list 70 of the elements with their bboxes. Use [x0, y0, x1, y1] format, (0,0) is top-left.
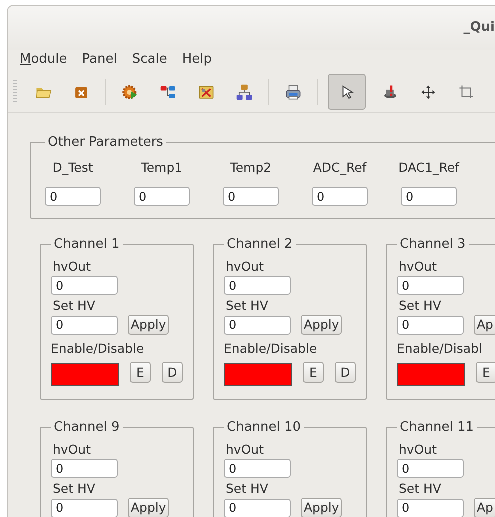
group-title: Channel 3 — [399, 237, 467, 252]
field-label: Enable/Disable — [224, 341, 318, 356]
gear-icon — [122, 84, 138, 100]
tools-folder-icon — [198, 84, 214, 100]
apply-button[interactable]: Ap — [474, 315, 495, 335]
input-field[interactable]: 0 — [51, 276, 118, 295]
printer-icon — [284, 84, 302, 100]
tree-diagram-icon — [160, 84, 176, 100]
input-field[interactable]: 0 — [312, 187, 368, 206]
field-label: hvOut — [399, 442, 437, 457]
input-field[interactable]: 0 — [51, 459, 118, 478]
input-field[interactable]: 0 — [224, 498, 291, 517]
group-title: Channel 2 — [226, 237, 294, 252]
move-icon — [420, 84, 436, 100]
field-label: DAC1_Ref — [398, 160, 460, 175]
field-label: Temp1 — [141, 160, 183, 175]
field-label: Enable/Disabl — [397, 341, 482, 356]
field-label: hvOut — [399, 259, 437, 274]
input-field[interactable]: 0 — [51, 498, 118, 517]
input-field[interactable]: 0 — [224, 316, 291, 334]
crop-icon — [458, 84, 474, 100]
field-label: Temp2 — [230, 160, 272, 175]
input-field[interactable]: 0 — [224, 459, 291, 478]
field-label: Set HV — [53, 481, 96, 496]
menu-item[interactable]: Panel — [82, 52, 118, 72]
field-label: Set HV — [226, 481, 268, 496]
input-field[interactable]: 0 — [223, 187, 279, 206]
input-field[interactable]: 0 — [397, 459, 464, 478]
group-title: Other Parameters — [47, 135, 164, 150]
field-label: hvOut — [53, 259, 91, 274]
toolbar-grip[interactable] — [13, 80, 17, 104]
field-label: hvOut — [53, 442, 91, 457]
field-label: hvOut — [226, 442, 264, 457]
group-title: Channel 10 — [226, 420, 302, 435]
field-label: Set HV — [53, 298, 96, 313]
alert-stack-icon — [382, 84, 398, 100]
window-title: _Qui — [464, 20, 495, 35]
input-field[interactable]: 0 — [45, 187, 101, 206]
input-field[interactable]: 0 — [224, 276, 291, 295]
apply-button[interactable]: Apply — [128, 315, 170, 335]
disable-button[interactable]: D — [335, 362, 356, 382]
field-label: Enable/Disable — [51, 341, 144, 356]
field-label: Set HV — [226, 298, 268, 313]
input-field[interactable]: 0 — [397, 498, 464, 517]
apply-button[interactable]: Apply — [301, 498, 342, 517]
hierarchy-icon — [236, 84, 252, 100]
toolbar-button[interactable] — [328, 74, 366, 110]
field-label: Set HV — [399, 298, 442, 313]
menu-item[interactable]: Help — [182, 52, 212, 72]
field-label: Set HV — [399, 481, 442, 496]
apply-button[interactable]: Apply — [128, 498, 170, 517]
field-label: hvOut — [226, 259, 264, 274]
input-field[interactable]: 0 — [51, 316, 118, 334]
input-field[interactable]: 0 — [397, 276, 464, 295]
enable-button[interactable]: E — [130, 362, 151, 382]
input-field[interactable]: 0 — [401, 187, 457, 206]
enable-button[interactable]: E — [476, 362, 495, 382]
input-field[interactable]: 0 — [397, 316, 464, 334]
apply-button[interactable]: Apply — [301, 315, 342, 335]
apply-button[interactable]: Ap — [474, 498, 495, 517]
menu-item[interactable]: Scale — [132, 52, 168, 72]
disable-button[interactable]: D — [162, 362, 183, 382]
input-field[interactable]: 0 — [134, 187, 190, 206]
field-label: ADC_Ref — [313, 160, 367, 175]
enable-button[interactable]: E — [303, 362, 324, 382]
group-title: Channel 1 — [53, 237, 121, 252]
group-title: Channel 9 — [53, 420, 121, 435]
menu-item[interactable]: Module — [20, 52, 68, 72]
field-label: D_Test — [52, 160, 94, 175]
group-title: Channel 11 — [399, 420, 476, 435]
